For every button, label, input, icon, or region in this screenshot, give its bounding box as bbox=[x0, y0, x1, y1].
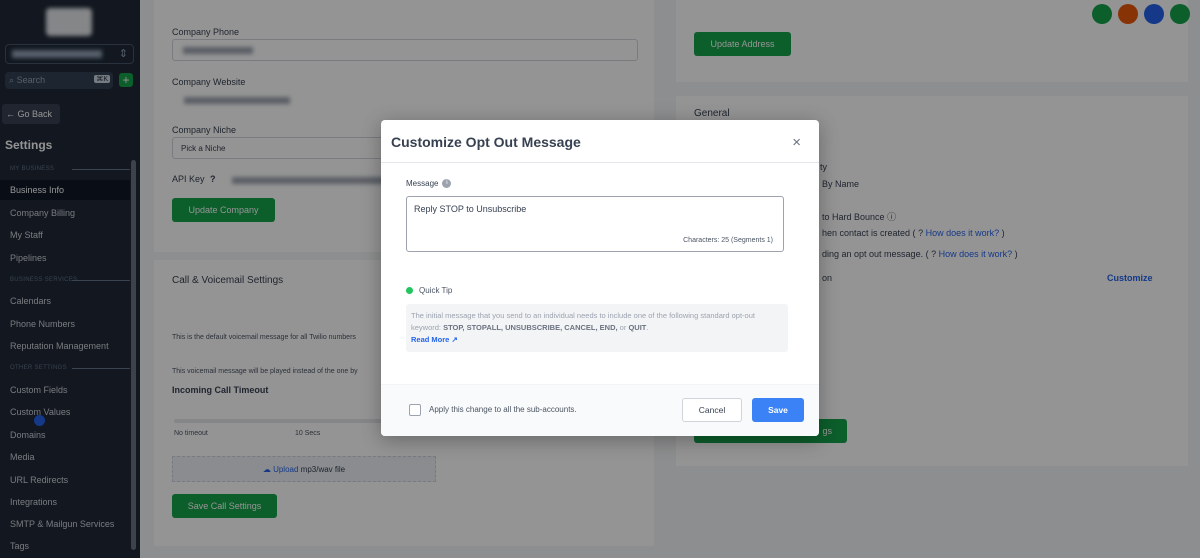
external-link-icon: ↗ bbox=[451, 335, 458, 344]
tip-keywords: STOP, STOPALL, UNSUBSCRIBE, CANCEL, END, bbox=[443, 323, 618, 332]
read-more-text: Read More bbox=[411, 335, 450, 344]
divider bbox=[381, 162, 819, 163]
character-count: Characters: 25 (Segments 1) bbox=[683, 237, 773, 244]
read-more-link[interactable]: Read More ↗ bbox=[411, 335, 458, 344]
modal-title: Customize Opt Out Message bbox=[391, 134, 581, 150]
tip-or: or bbox=[619, 323, 627, 332]
message-label-text: Message bbox=[406, 179, 439, 188]
quick-tip-title: Quick Tip bbox=[419, 286, 453, 295]
quick-tip-heading: Quick Tip bbox=[406, 286, 452, 295]
message-textarea[interactable]: Reply STOP to Unsubscribe Characters: 25… bbox=[406, 196, 784, 252]
lightbulb-icon bbox=[406, 287, 413, 295]
apply-sub-accounts-checkbox[interactable] bbox=[409, 404, 421, 416]
close-icon[interactable]: × bbox=[792, 134, 801, 151]
info-icon: i bbox=[442, 179, 452, 189]
quick-tip-box: The initial message that you send to an … bbox=[406, 304, 788, 352]
message-label: Message i bbox=[406, 179, 452, 189]
message-text: Reply STOP to Unsubscribe bbox=[414, 204, 527, 214]
cancel-button[interactable]: Cancel bbox=[682, 398, 742, 422]
apply-sub-accounts-label: Apply this change to all the sub-account… bbox=[429, 405, 577, 414]
opt-out-modal: Customize Opt Out Message × Message i Rep… bbox=[381, 120, 819, 436]
save-button[interactable]: Save bbox=[752, 398, 804, 422]
tip-last-keyword: QUIT bbox=[628, 323, 647, 332]
